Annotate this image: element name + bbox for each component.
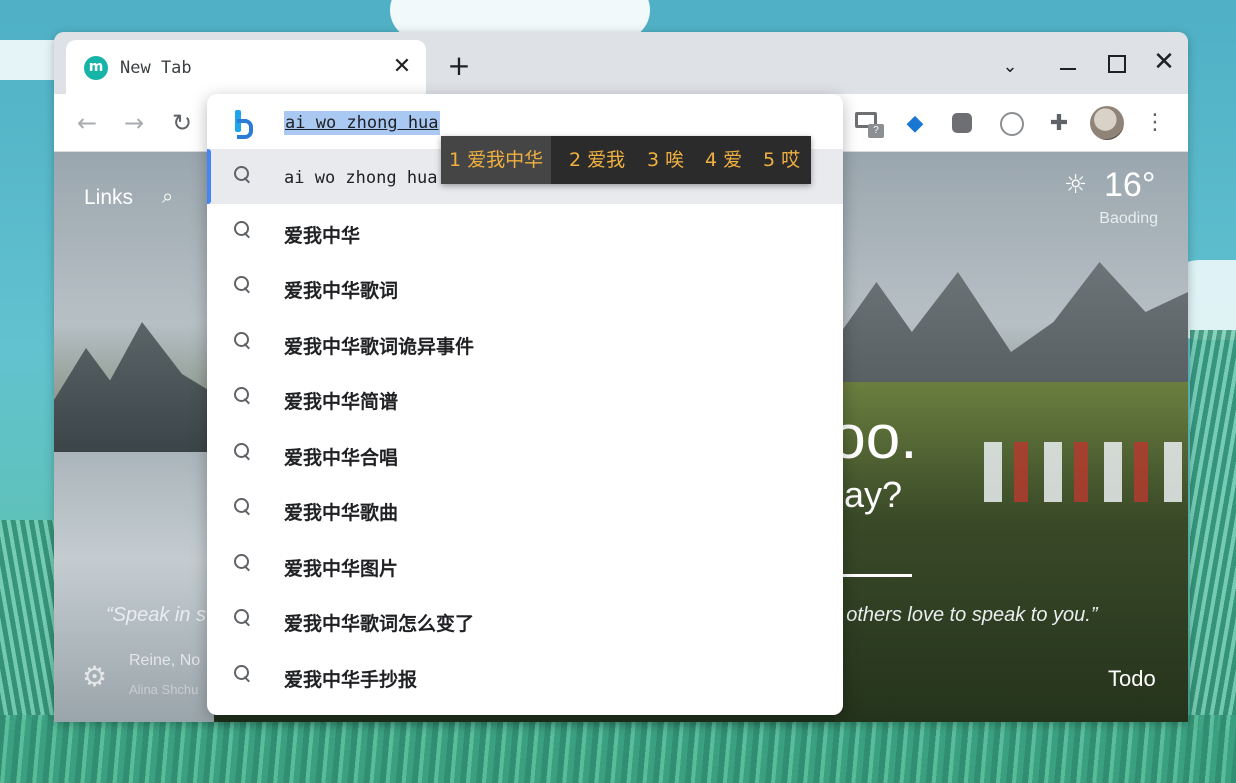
suggestion-row[interactable]: 爱我中华合唱 [207, 426, 843, 481]
tampermonkey-icon[interactable] [948, 108, 978, 138]
links-button[interactable]: Links [84, 186, 133, 210]
suggestion-row[interactable]: 爱我中华手抄报 [207, 648, 843, 703]
circle-extension-icon[interactable] [996, 108, 1026, 138]
quote-text: “Speak in s [106, 604, 207, 626]
suggestion-row[interactable]: 爱我中华歌词 [207, 259, 843, 314]
tab-new-tab[interactable]: m New Tab ✕ [66, 40, 426, 94]
suggestion-text: 爱我中华图片 [284, 558, 399, 580]
links-search-icon[interactable]: ⌕ [162, 184, 186, 208]
background-mountains [54, 322, 214, 452]
wallpaper-grass [0, 715, 1236, 783]
tab-favicon-icon: m [84, 56, 108, 80]
ime-candidate-bar: 1 爱我中华 2 爱我 3 唉 4 爱 5 哎 [441, 136, 811, 184]
new-tab-button[interactable]: + [444, 52, 474, 82]
reload-icon[interactable]: ↻ [167, 108, 197, 138]
forward-arrow-icon[interactable]: → [119, 108, 149, 138]
suggestion-row[interactable]: 爱我中华歌词怎么变了 [207, 592, 843, 647]
omnibox-input[interactable]: ai wo zhong hua [284, 111, 440, 135]
photo-author[interactable]: Alina Shchu [129, 682, 198, 697]
suggestion-row[interactable]: 爱我中华简谱 [207, 370, 843, 425]
profile-avatar[interactable] [1090, 106, 1124, 140]
tab-search-chevron-icon[interactable]: ⌄ [995, 50, 1025, 80]
ime-candidate[interactable]: 4 爱 [697, 136, 750, 184]
photo-location[interactable]: Reine, No [129, 652, 200, 670]
suggestion-row[interactable]: 爱我中华歌曲 [207, 481, 843, 536]
search-icon [233, 386, 255, 408]
back-arrow-icon[interactable]: ← [72, 108, 102, 138]
maximize-button[interactable] [1101, 50, 1131, 80]
close-window-button[interactable]: ✕ [1149, 49, 1179, 80]
suggestion-text: 爱我中华歌词怎么变了 [284, 613, 475, 635]
suggestion-row[interactable]: 爱我中华歌词诡异事件 [207, 315, 843, 370]
suggestion-text: 爱我中华简谱 [284, 391, 399, 413]
search-icon [233, 664, 255, 686]
omnibox-dropdown: ai wo zhong hua ai wo zhong hua 爱我中华 爱我中… [207, 94, 843, 715]
search-icon [233, 442, 255, 464]
quote-text-continued: at others love to speak to you.” [824, 604, 1098, 626]
search-icon [233, 220, 255, 242]
suggestion-row[interactable]: 爱我中华图片 [207, 537, 843, 592]
wallpaper-grass [0, 520, 54, 720]
search-icon [233, 553, 255, 575]
suggestion-text: 爱我中华歌词诡异事件 [284, 336, 475, 358]
ime-candidate[interactable]: 5 哎 [755, 136, 808, 184]
focus-input-underline[interactable] [834, 574, 912, 577]
tab-title: New Tab [120, 58, 192, 78]
bing-icon [233, 110, 253, 139]
weather-temperature[interactable]: 16° [1104, 166, 1155, 205]
search-icon [233, 331, 255, 353]
todo-button[interactable]: Todo [1108, 666, 1156, 692]
search-icon [233, 497, 255, 519]
sun-icon: ☼ [1064, 170, 1088, 200]
wallpaper-grass [1190, 330, 1236, 730]
suggestion-text: ai wo zhong hua [284, 168, 438, 188]
ime-candidate[interactable]: 2 爱我 [561, 136, 633, 184]
suggestion-text: 爱我中华手抄报 [284, 669, 418, 691]
background-village [984, 442, 1184, 502]
gem-icon[interactable]: ◆ [900, 108, 930, 138]
browser-menu-icon[interactable]: ⋮ [1142, 108, 1168, 138]
suggestion-text: 爱我中华合唱 [284, 447, 399, 469]
suggestion-row[interactable]: 爱我中华 [207, 204, 843, 259]
search-icon [233, 165, 255, 187]
minimize-button[interactable] [1053, 50, 1083, 80]
extension-badge: ? [868, 124, 884, 138]
gmail-checker-icon[interactable]: ? [852, 108, 884, 138]
settings-gear-icon[interactable]: ⚙ [82, 662, 112, 692]
tab-close-icon[interactable]: ✕ [390, 52, 414, 82]
ime-candidate[interactable]: 3 唉 [639, 136, 692, 184]
suggestion-text: 爱我中华歌词 [284, 280, 399, 302]
extensions-puzzle-icon[interactable]: ✚ [1044, 108, 1074, 138]
weather-location: Baoding [1099, 210, 1158, 227]
suggestion-text: 爱我中华歌曲 [284, 502, 399, 524]
tab-strip: m New Tab ✕ + ⌄ ✕ [54, 32, 1188, 94]
search-icon [233, 608, 255, 630]
suggestion-text: 爱我中华 [284, 225, 361, 247]
ime-candidate[interactable]: 1 爱我中华 [441, 136, 552, 184]
search-icon [233, 275, 255, 297]
